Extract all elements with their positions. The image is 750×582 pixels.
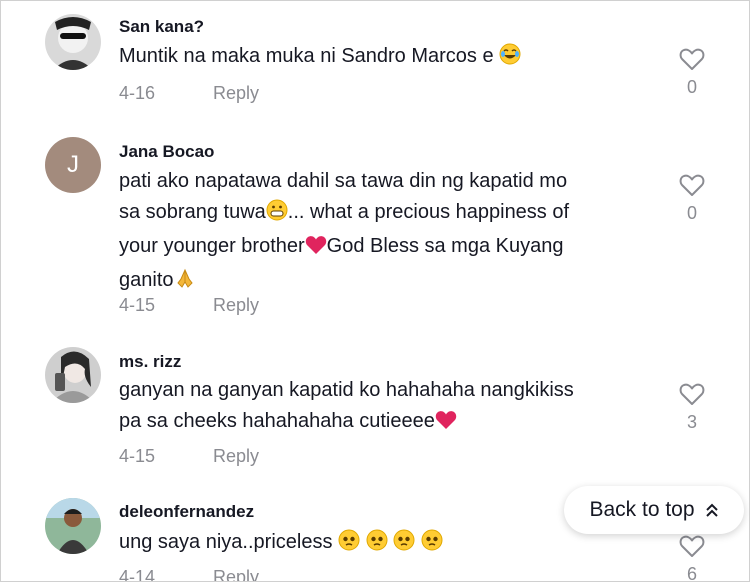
comment-text-part: sa sobrang tuwa [119,201,266,223]
comment-text-line: ganito [119,265,659,299]
avatar[interactable]: J [45,137,101,193]
avatar-letter: J [67,151,79,178]
comment-text-part: ung saya niya..priceless [119,531,333,553]
commenter-name[interactable]: Jana Bocao [119,142,214,162]
comment-text-part: pa sa cheeks hahahahaha cutieeee [119,410,435,432]
like-button[interactable]: 3 [675,382,709,433]
like-count: 3 [686,412,697,432]
like-count: 6 [686,564,697,582]
comment-text-part: ganito [119,269,174,291]
comment-text-part: Muntik na maka muka ni Sandro Marcos e [119,45,494,67]
like-button[interactable]: 0 [675,173,709,224]
heart-outline-icon [679,48,705,70]
comment-text-line: sa sobrang tuwa ... what a precious happi… [119,197,659,231]
comment-text-part: your younger brother [119,235,305,257]
commenter-name[interactable]: deleonfernandez [119,502,254,522]
red-heart-emoji-icon [435,409,457,440]
comment-date: 4-15 [119,446,156,466]
double-chevron-up-icon [705,503,718,517]
back-to-top-label: Back to top [589,498,695,521]
back-to-top-button[interactable]: Back to top [564,486,744,534]
like-count: 0 [686,77,697,97]
comment-date: 4-16 [119,83,156,103]
pleading-face-emoji-icon [366,529,388,561]
comment-date: 4-14 [119,567,156,582]
like-button[interactable]: 6 [675,534,709,582]
commenter-name[interactable]: ms. rizz [119,352,181,372]
red-heart-emoji-icon [305,234,327,265]
avatar[interactable] [45,498,101,554]
like-button[interactable]: 0 [675,47,709,98]
reply-button[interactable]: Reply [213,295,259,316]
grinning-emoji-icon [266,199,288,231]
comment-text-line: your younger brother God Bless sa mga Kuy… [119,231,659,265]
comment-text-line: pati ako napatawa dahil sa tawa din ng k… [119,170,568,192]
heart-outline-icon [679,383,705,405]
heart-outline-icon [679,174,705,196]
avatar[interactable] [45,347,101,403]
comment-date: 4-15 [119,295,156,315]
reply-button[interactable]: Reply [213,446,259,467]
comment-text: ganyan na ganyan kapatid ko hahahaha nan… [119,375,659,440]
laughing-tears-emoji-icon [499,43,521,75]
comment-text-line: ganyan na ganyan kapatid ko hahahaha nan… [119,379,574,401]
comment-text-part: ... what a precious happiness of [287,201,570,223]
like-count: 0 [686,203,697,223]
pleading-face-emoji-icon [338,529,360,561]
pleading-face-emoji-icon [421,529,443,561]
reply-button[interactable]: Reply [213,83,259,104]
comment-text-part: God Bless sa mga Kuyang [326,235,564,257]
comment-text: pati ako napatawa dahil sa tawa din ng k… [119,166,659,299]
comment-text: Muntik na maka muka ni Sandro Marcos e [119,41,659,75]
comments-panel: San kana? Muntik na maka muka ni Sandro … [0,0,750,582]
folded-hands-emoji-icon [174,267,196,299]
pleading-face-emoji-icon [393,529,415,561]
comment-text-line: pa sa cheeks hahahahaha cutieeee [119,406,659,440]
avatar[interactable] [45,14,101,70]
heart-outline-icon [679,535,705,557]
reply-button[interactable]: Reply [213,567,259,581]
commenter-name[interactable]: San kana? [119,17,204,37]
